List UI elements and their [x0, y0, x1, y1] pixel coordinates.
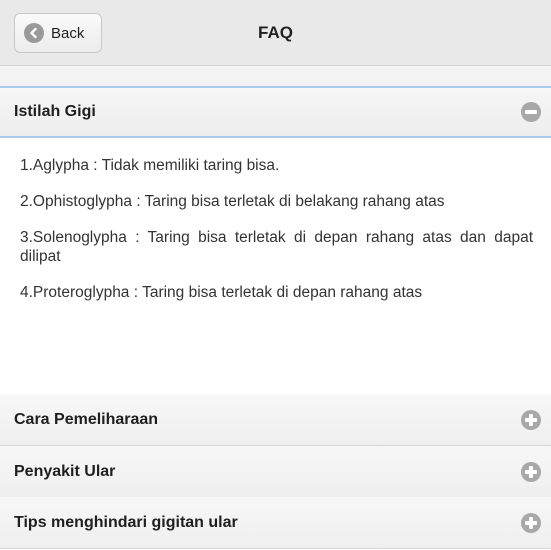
- back-button-label: Back: [51, 24, 85, 42]
- faq-item: 3.Solenoglypha : Taring bisa terletak di…: [20, 229, 533, 265]
- faq-section-cara-pemeliharaan: Cara Pemeliharaan: [0, 394, 551, 446]
- back-button[interactable]: Back: [14, 13, 102, 53]
- faq-section-tips: Tips menghindari gigitan ular: [0, 497, 551, 549]
- plus-icon: [521, 512, 541, 533]
- faq-section-header[interactable]: Tips menghindari gigitan ular: [0, 497, 551, 549]
- faq-section-header[interactable]: Cara Pemeliharaan: [0, 394, 551, 446]
- minus-icon: [521, 102, 541, 122]
- plus-icon: [521, 461, 541, 482]
- content-top-strip: [0, 66, 551, 86]
- faq-section-title: Penyakit Ular: [14, 462, 116, 480]
- faq-section-title: Tips menghindari gigitan ular: [14, 513, 238, 531]
- header-bar: Back FAQ: [0, 0, 551, 66]
- faq-section-istilah-gigi: Istilah Gigi 1.Aglypha : Tidak memiliki …: [0, 86, 551, 390]
- faq-section-penyakit-ular: Penyakit Ular: [0, 446, 551, 498]
- faq-item: 4.Proteroglypha : Taring bisa terletak d…: [20, 284, 423, 301]
- plus-icon: [521, 409, 541, 430]
- faq-item: 2.Ophistoglypha : Taring bisa terletak d…: [20, 193, 445, 210]
- faq-section-header[interactable]: Istilah Gigi: [0, 86, 551, 138]
- faq-section-title: Cara Pemeliharaan: [14, 410, 159, 428]
- arrow-left-icon: [24, 23, 44, 43]
- faq-section-title: Istilah Gigi: [14, 103, 96, 120]
- faq-section-header[interactable]: Penyakit Ular: [0, 446, 551, 498]
- faq-item: 1.Aglypha : Tidak memiliki taring bisa.: [20, 157, 280, 174]
- faq-section-content: 1.Aglypha : Tidak memiliki taring bisa. …: [0, 138, 551, 390]
